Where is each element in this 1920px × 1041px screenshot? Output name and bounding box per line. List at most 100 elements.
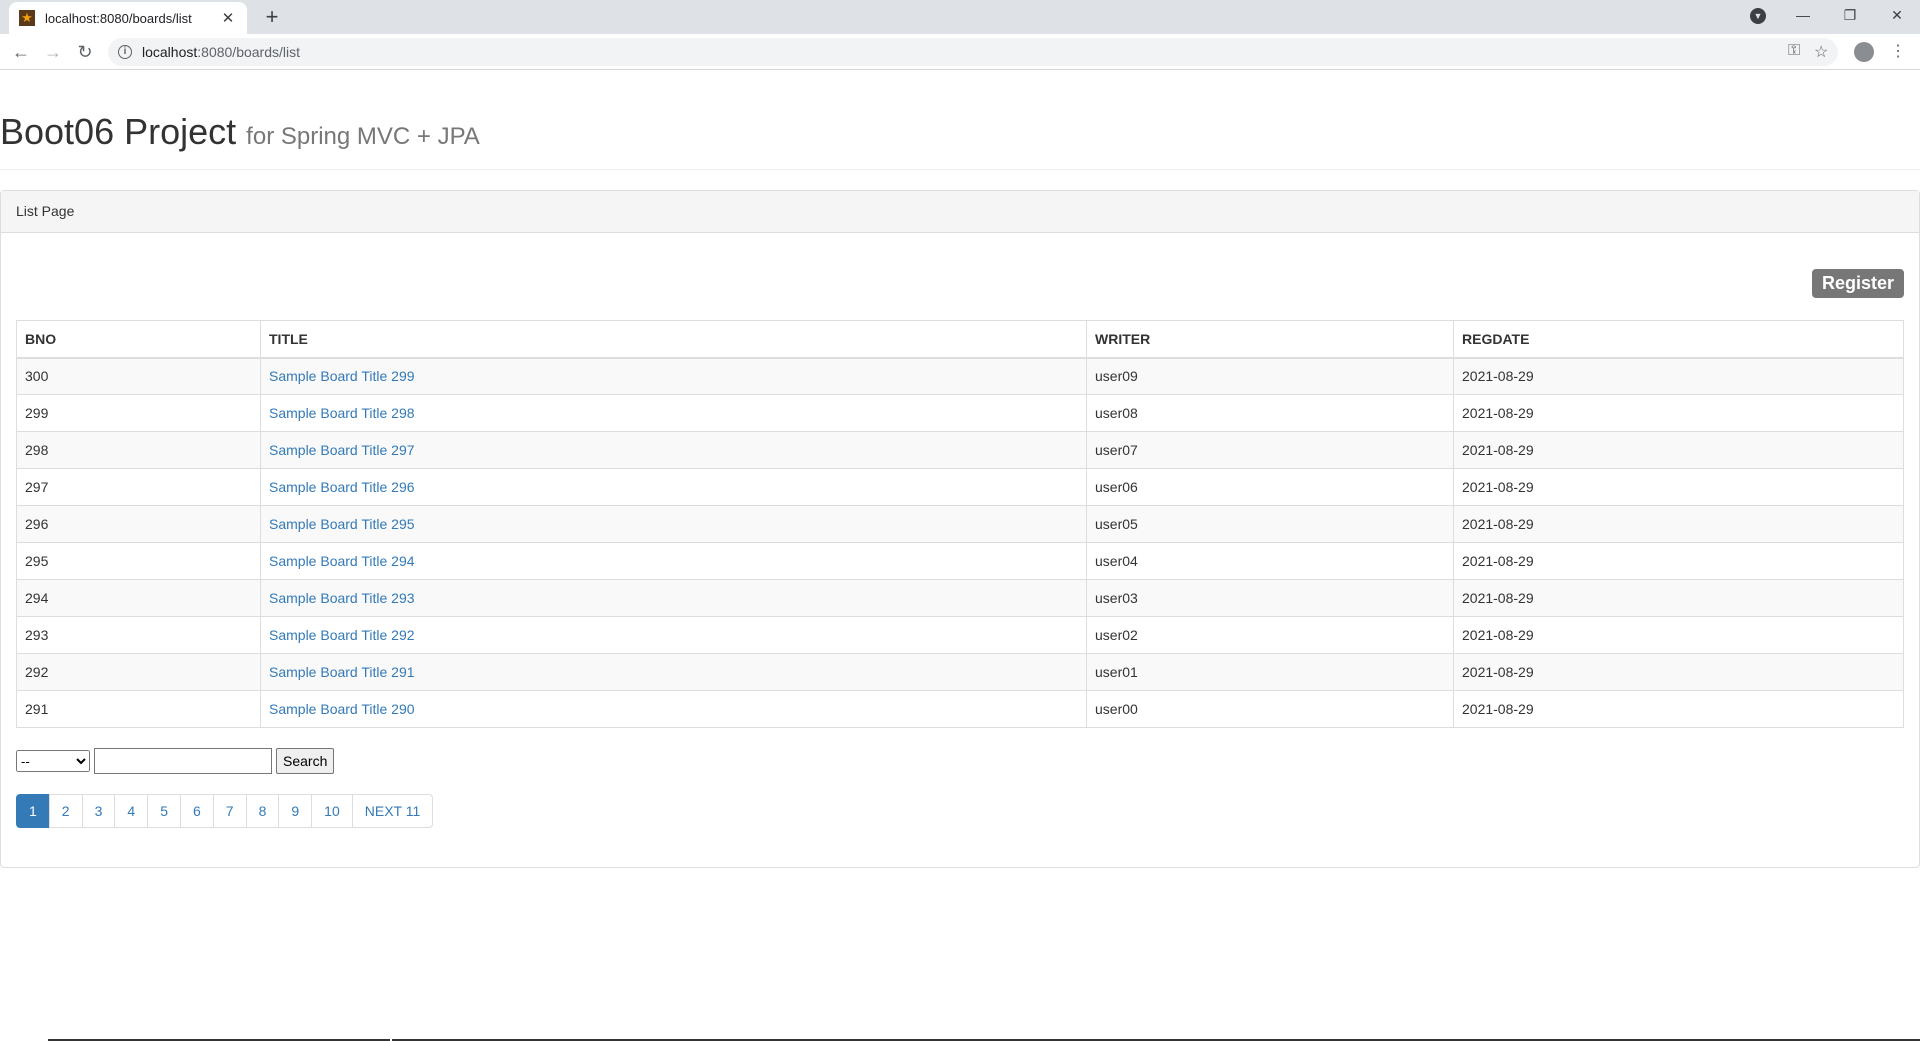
- cell-regdate: 2021-08-29: [1453, 505, 1904, 543]
- table-row: 296 Sample Board Title 295 user05 2021-08-2…: [16, 505, 1904, 543]
- page-link[interactable]: 7: [212, 794, 247, 828]
- cell-title: Sample Board Title 295: [260, 505, 1087, 543]
- profile-avatar-icon[interactable]: [1854, 42, 1874, 62]
- cell-writer: user00: [1086, 690, 1454, 728]
- cell-bno: 297: [16, 468, 261, 506]
- browser-tabbar: ★ localhost:8080/boards/list ✕ + ▼ — ❐ ✕: [0, 0, 1920, 34]
- page-link[interactable]: 3: [81, 794, 116, 828]
- cell-bno: 296: [16, 505, 261, 543]
- tab-search-icon[interactable]: ▼: [1750, 8, 1766, 24]
- menu-kebab-icon[interactable]: ⋮: [1885, 39, 1911, 65]
- cell-writer: user07: [1086, 431, 1454, 469]
- page-link[interactable]: 4: [114, 794, 149, 828]
- board-title-link[interactable]: Sample Board Title 292: [269, 627, 415, 643]
- column-header-title: TITLE: [260, 320, 1087, 359]
- table-row: 295 Sample Board Title 294 user04 2021-08-2…: [16, 542, 1904, 580]
- board-title-link[interactable]: Sample Board Title 291: [269, 664, 415, 680]
- panel-heading: List Page: [1, 191, 1919, 233]
- back-icon[interactable]: ←: [8, 39, 34, 65]
- page-link[interactable]: 5: [147, 794, 181, 828]
- cell-writer: user01: [1086, 653, 1454, 691]
- new-tab-icon[interactable]: +: [259, 4, 285, 30]
- table-row: 291 Sample Board Title 290 user00 2021-08-2…: [16, 690, 1904, 728]
- cell-regdate: 2021-08-29: [1453, 579, 1904, 617]
- url-text: localhost:8080/boards/list: [142, 44, 300, 60]
- key-icon[interactable]: ⚿: [1788, 42, 1800, 60]
- address-bar[interactable]: i localhost:8080/boards/list ⚿ ☆: [108, 38, 1838, 66]
- cell-regdate: 2021-08-29: [1453, 357, 1904, 395]
- board-title-link[interactable]: Sample Board Title 295: [269, 516, 415, 532]
- forward-icon[interactable]: →: [40, 39, 66, 65]
- page-link[interactable]: NEXT 11: [351, 794, 434, 828]
- browser-toolbar: ← → ↻ i localhost:8080/boards/list ⚿ ☆ ⋮: [0, 34, 1920, 70]
- list-panel: List Page Register BNO TITLE WRITER REGD…: [0, 190, 1920, 868]
- board-title-link[interactable]: Sample Board Title 298: [269, 405, 415, 421]
- reload-icon[interactable]: ↻: [72, 39, 98, 65]
- restore-icon[interactable]: ❐: [1827, 0, 1873, 30]
- cell-title: Sample Board Title 297: [260, 431, 1087, 469]
- table-row: 294 Sample Board Title 293 user03 2021-08-2…: [16, 579, 1904, 617]
- cell-regdate: 2021-08-29: [1453, 653, 1904, 691]
- close-window-icon[interactable]: ✕: [1874, 0, 1920, 30]
- cell-bno: 300: [16, 357, 261, 395]
- page-title-text: Boot06 Project: [0, 111, 237, 152]
- page-link[interactable]: 1: [16, 794, 50, 828]
- cell-title: Sample Board Title 294: [260, 542, 1087, 580]
- page-link[interactable]: 9: [278, 794, 313, 828]
- cell-bno: 294: [16, 579, 261, 617]
- url-path: :8080/boards/list: [197, 44, 300, 60]
- cell-writer: user09: [1086, 357, 1454, 395]
- page-link[interactable]: 8: [245, 794, 280, 828]
- page-link[interactable]: 2: [48, 794, 83, 828]
- page-link[interactable]: 6: [179, 794, 214, 828]
- board-title-link[interactable]: Sample Board Title 297: [269, 442, 415, 458]
- cell-title: Sample Board Title 296: [260, 468, 1087, 506]
- table-row: 300 Sample Board Title 299 user09 2021-08-2…: [16, 357, 1904, 395]
- close-tab-icon[interactable]: ✕: [219, 9, 237, 27]
- cell-title: Sample Board Title 290: [260, 690, 1087, 728]
- table-row: 293 Sample Board Title 292 user02 2021-08-2…: [16, 616, 1904, 654]
- cell-bno: 292: [16, 653, 261, 691]
- url-host: localhost: [142, 44, 198, 60]
- cell-writer: user03: [1086, 579, 1454, 617]
- browser-tab[interactable]: ★ localhost:8080/boards/list ✕: [9, 2, 247, 34]
- cell-regdate: 2021-08-29: [1453, 394, 1904, 432]
- cell-writer: user08: [1086, 394, 1454, 432]
- cell-writer: user05: [1086, 505, 1454, 543]
- board-title-link[interactable]: Sample Board Title 299: [269, 368, 415, 384]
- minimize-icon[interactable]: —: [1780, 0, 1826, 30]
- page-content: Boot06 Project for Spring MVC + JPA List…: [0, 71, 1920, 1041]
- cell-regdate: 2021-08-29: [1453, 616, 1904, 654]
- column-header-bno: BNO: [16, 320, 261, 359]
- search-type-select[interactable]: --: [16, 750, 90, 772]
- page-title: Boot06 Project for Spring MVC + JPA: [0, 111, 1920, 153]
- register-button[interactable]: Register: [1811, 269, 1904, 298]
- board-title-link[interactable]: Sample Board Title 290: [269, 701, 415, 717]
- board-table: BNO TITLE WRITER REGDATE 300 Sample Board…: [16, 320, 1904, 728]
- table-header-row: BNO TITLE WRITER REGDATE: [16, 320, 1904, 359]
- cell-regdate: 2021-08-29: [1453, 542, 1904, 580]
- board-title-link[interactable]: Sample Board Title 293: [269, 590, 415, 606]
- page-header: Boot06 Project for Spring MVC + JPA: [0, 71, 1920, 170]
- cell-writer: user06: [1086, 468, 1454, 506]
- cell-regdate: 2021-08-29: [1453, 468, 1904, 506]
- cell-bno: 299: [16, 394, 261, 432]
- cell-title: Sample Board Title 291: [260, 653, 1087, 691]
- table-row: 298 Sample Board Title 297 user07 2021-08-2…: [16, 431, 1904, 469]
- search-button[interactable]: Search: [276, 748, 335, 774]
- cell-bno: 298: [16, 431, 261, 469]
- search-form: -- Search: [16, 748, 1904, 774]
- board-title-link[interactable]: Sample Board Title 296: [269, 479, 415, 495]
- site-info-icon[interactable]: i: [118, 45, 132, 59]
- page-link[interactable]: 10: [311, 794, 353, 828]
- column-header-writer: WRITER: [1086, 320, 1454, 359]
- cell-bno: 295: [16, 542, 261, 580]
- cell-writer: user02: [1086, 616, 1454, 654]
- cell-bno: 291: [16, 690, 261, 728]
- search-keyword-input[interactable]: [94, 748, 272, 774]
- column-header-regdate: REGDATE: [1453, 320, 1904, 359]
- bookmark-star-icon[interactable]: ☆: [1814, 42, 1828, 62]
- table-body: 300 Sample Board Title 299 user09 2021-08-2…: [16, 357, 1904, 728]
- board-title-link[interactable]: Sample Board Title 294: [269, 553, 415, 569]
- cell-title: Sample Board Title 299: [260, 357, 1087, 395]
